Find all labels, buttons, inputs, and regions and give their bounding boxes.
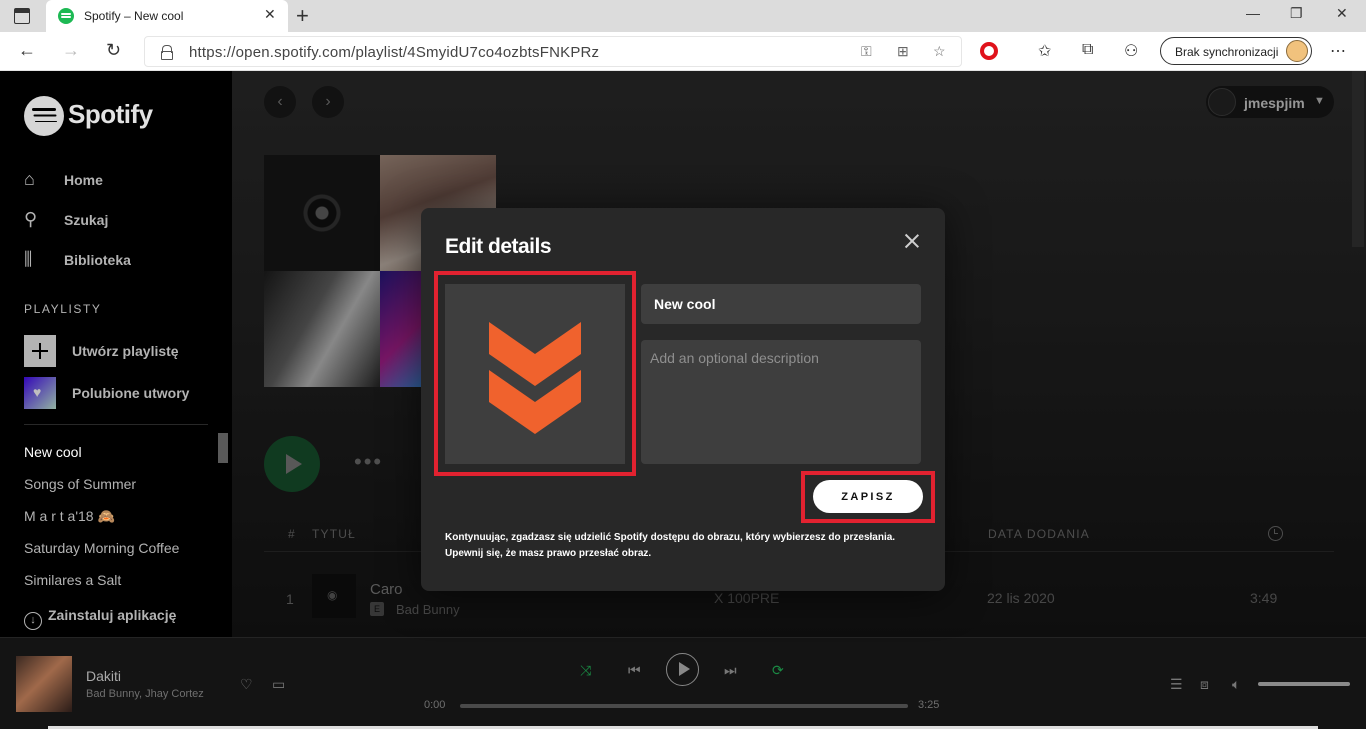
refresh-icon[interactable]: ↻ xyxy=(106,40,121,61)
minimize-icon[interactable]: — xyxy=(1246,5,1260,21)
heart-outline-icon[interactable]: ♡ xyxy=(240,676,253,693)
download-icon: ↓ xyxy=(24,612,42,630)
devices-icon[interactable]: ⧈ xyxy=(1200,676,1209,693)
volume-icon[interactable]: 🔈︎ xyxy=(1232,676,1240,693)
create-playlist-button[interactable]: Utwórz playlistę xyxy=(24,335,224,367)
spotify-favicon-icon xyxy=(58,8,74,24)
sidebar-item-label: Home xyxy=(64,172,103,188)
playlist-name-input[interactable] xyxy=(641,284,921,324)
player-bar: Dakiti Bad Bunny, Jhay Cortez ♡ ▭ ⤨ ⏮ ⏭ … xyxy=(0,637,1366,729)
profile-switch-icon[interactable]: ⚇ xyxy=(1124,41,1138,61)
playlists-section-title: PLAYLISTY xyxy=(24,302,102,316)
back-arrow-icon[interactable]: ← xyxy=(18,40,36,61)
tab-title: Spotify – New cool xyxy=(84,9,184,23)
play-pause-button[interactable] xyxy=(666,653,699,686)
sidebar-playlist-item[interactable]: M a r t a'18 🙈 xyxy=(24,508,115,525)
heart-icon: ♥ xyxy=(24,377,56,409)
modal-title: Edit details xyxy=(445,235,552,258)
browser-tab[interactable]: Spotify – New cool ✕ xyxy=(46,0,288,32)
new-tab-icon[interactable]: + xyxy=(296,3,309,29)
forward-arrow-icon[interactable]: → xyxy=(62,40,80,61)
sidebar-playlist-item[interactable]: Songs of Summer xyxy=(24,476,136,492)
profile-avatar xyxy=(1286,40,1308,62)
sidebar-scrollbar[interactable] xyxy=(218,433,228,463)
window-close-icon[interactable]: ✕ xyxy=(1336,5,1348,22)
queue-icon[interactable]: ☰ xyxy=(1170,676,1183,693)
spotify-logo-text[interactable]: Spotify xyxy=(68,99,153,130)
favorites-icon[interactable]: ✩ xyxy=(1038,41,1051,61)
url-text[interactable]: https://open.spotify.com/playlist/4Smyid… xyxy=(189,44,599,61)
elapsed-time: 0:00 xyxy=(424,699,446,711)
previous-track-icon[interactable]: ⏮ xyxy=(628,662,641,679)
url-field[interactable]: https://open.spotify.com/playlist/4Smyid… xyxy=(144,36,962,67)
more-menu-icon[interactable]: ⋯ xyxy=(1330,41,1346,61)
sync-label: Brak synchronizacji xyxy=(1175,45,1279,59)
sidebar-playlist-item[interactable]: Similares a Salt xyxy=(24,572,121,588)
sidebar-playlist-item[interactable]: New cool xyxy=(24,444,82,460)
create-playlist-label: Utwórz playlistę xyxy=(72,343,179,359)
plus-icon xyxy=(24,335,56,367)
restore-icon[interactable]: ❐ xyxy=(1290,5,1303,22)
sidebar: Spotify ⌂ Home ⚲ Szukaj ⫼ Biblioteka PLA… xyxy=(0,71,232,637)
picture-in-picture-icon[interactable]: ▭ xyxy=(272,676,285,693)
sidebar-playlist-item[interactable]: Saturday Morning Coffee xyxy=(24,540,179,556)
library-icon: ⫼ xyxy=(24,249,33,269)
sidebar-divider xyxy=(24,424,208,425)
install-app-link[interactable]: ↓ Zainstaluj aplikację xyxy=(24,607,176,630)
tab-close-icon[interactable]: ✕ xyxy=(264,6,276,23)
sidebar-item-search[interactable]: ⚲ Szukaj xyxy=(24,209,214,233)
sidebar-item-home[interactable]: ⌂ Home xyxy=(24,169,214,193)
sidebar-item-library[interactable]: ⫼ Biblioteka xyxy=(24,249,214,273)
collections-icon[interactable]: ⧉ xyxy=(1082,41,1093,59)
next-track-icon[interactable]: ⏭ xyxy=(724,662,737,679)
now-playing-title[interactable]: Dakiti xyxy=(86,668,121,684)
playback-progress-bar[interactable] xyxy=(460,704,908,708)
apps-icon[interactable]: ⊞ xyxy=(897,43,909,60)
shuffle-icon[interactable]: ⤨ xyxy=(580,662,591,679)
upload-disclaimer: Kontynuując, zgadzasz się udzielić Spoti… xyxy=(445,532,896,559)
save-button[interactable]: ZAPISZ xyxy=(813,480,923,513)
now-playing-artist[interactable]: Bad Bunny, Jhay Cortez xyxy=(86,688,204,700)
liked-songs-label: Polubione utwory xyxy=(72,385,190,401)
repeat-icon[interactable]: ⟳ xyxy=(772,662,784,679)
sidebar-item-label: Biblioteka xyxy=(64,252,131,268)
total-time: 3:25 xyxy=(918,699,940,711)
playlist-description-input[interactable] xyxy=(641,340,921,464)
browser-tab-strip: Spotify – New cool ✕ + — ❐ ✕ xyxy=(0,0,1366,32)
opera-extension-icon[interactable] xyxy=(980,42,998,60)
tab-actions-icon[interactable] xyxy=(14,8,30,24)
key-icon[interactable]: ⚿ xyxy=(861,43,872,60)
address-bar: ← → ↻ https://open.spotify.com/playlist/… xyxy=(0,32,1366,71)
spotify-logo-icon[interactable] xyxy=(24,96,64,136)
liked-songs-button[interactable]: ♥ Polubione utwory xyxy=(24,377,224,409)
add-favorite-icon[interactable]: ☆ xyxy=(933,43,946,60)
image-highlight-frame xyxy=(434,271,636,476)
edit-details-modal: Edit details ZAPISZ Kontynuując, zgadzas… xyxy=(421,208,945,591)
search-icon: ⚲ xyxy=(24,209,38,229)
close-icon[interactable] xyxy=(903,232,921,250)
install-app-label: Zainstaluj aplikację xyxy=(48,607,177,623)
volume-slider[interactable] xyxy=(1258,682,1350,686)
lock-icon[interactable] xyxy=(161,45,173,60)
sidebar-item-label: Szukaj xyxy=(64,212,109,228)
sync-button[interactable]: Brak synchronizacji xyxy=(1160,37,1312,65)
home-icon: ⌂ xyxy=(24,169,35,189)
now-playing-art[interactable] xyxy=(16,656,72,712)
